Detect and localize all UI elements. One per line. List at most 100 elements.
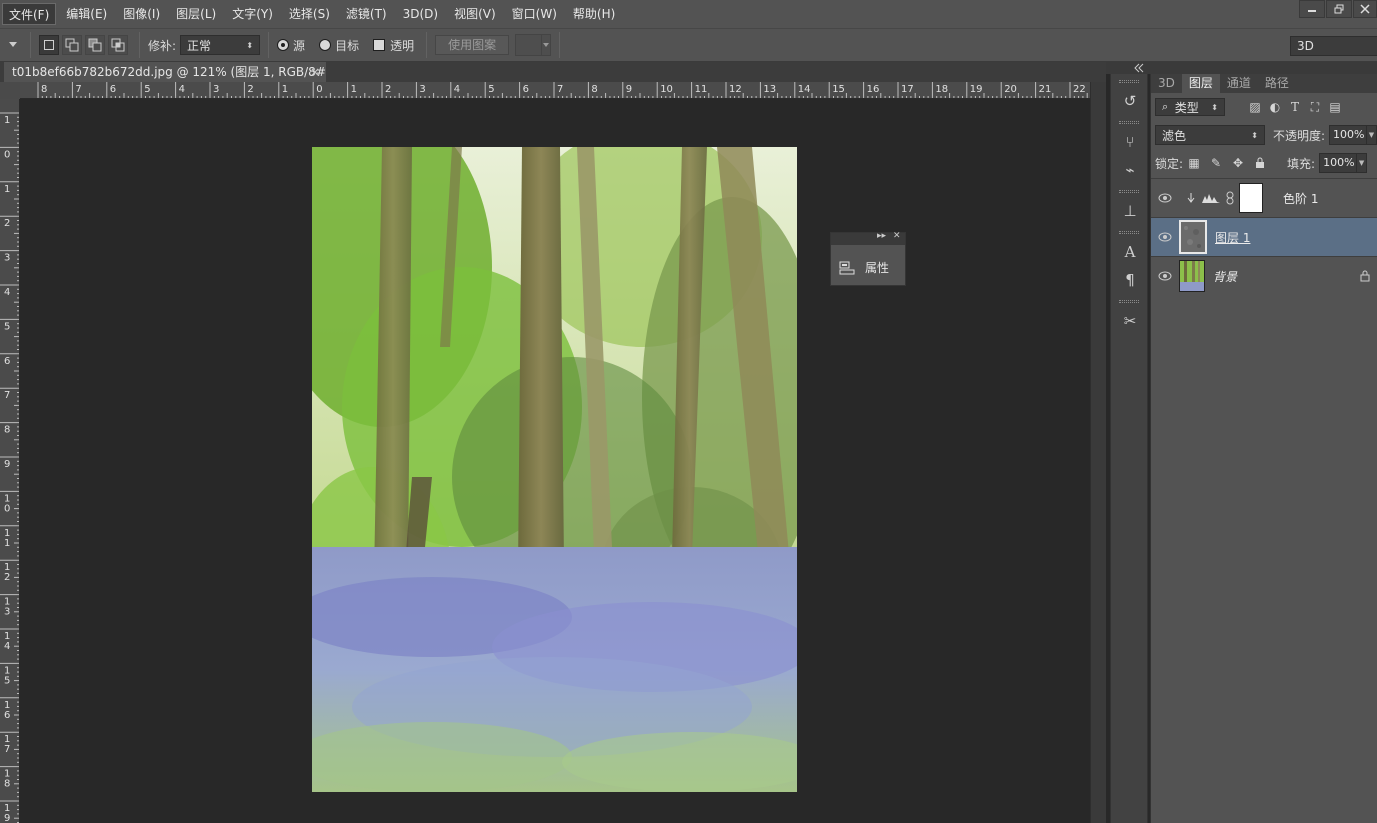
ruler-label: 18 (935, 84, 948, 95)
ruler-label: 7 (557, 84, 563, 95)
smart-object-filter-icon[interactable]: ▤ (1325, 98, 1345, 116)
horizontal-ruler[interactable]: 8 7 6 5 4 3 2 1 0 1 2 3 4 5 6 7 8 9 10 11 12 13 14 15 16 17 18 19 20… (20, 82, 1090, 99)
tab-paths[interactable]: 路径 (1258, 74, 1296, 93)
shape-filter-icon[interactable]: ⛶ (1305, 98, 1325, 116)
lock-position-icon[interactable]: ✥ (1227, 154, 1249, 172)
ruler-label: 5 (488, 84, 494, 95)
ruler-label: 1 (4, 538, 10, 549)
tab-channels[interactable]: 通道 (1220, 74, 1258, 93)
ruler-label: 19 (970, 84, 983, 95)
pattern-picker-arrow (541, 35, 550, 55)
ruler-label: 17 (901, 84, 914, 95)
layer-row-levels[interactable]: 色阶 1 (1151, 178, 1377, 217)
tool-preset-picker[interactable] (4, 35, 22, 55)
brush-icon[interactable]: ⌁ (1111, 156, 1149, 184)
opacity-input[interactable]: 100% (1329, 125, 1367, 145)
lock-transparent-icon[interactable]: ▦ (1183, 154, 1205, 172)
layer-thumbnail[interactable] (1179, 260, 1205, 292)
link-icon[interactable] (1225, 191, 1235, 205)
updown-arrow-icon: ⬍ (1211, 102, 1218, 112)
ruler-origin[interactable] (0, 82, 20, 99)
pixel-filter-icon[interactable]: ▨ (1245, 98, 1265, 116)
layer-mask-thumbnail[interactable] (1239, 183, 1263, 213)
patch-label: 修补: (148, 38, 177, 53)
lock-icon (1256, 157, 1265, 168)
menu-filter[interactable]: 滤镜(T) (340, 3, 393, 25)
vertical-scrollbar[interactable] (1090, 82, 1106, 823)
subtract-selection-button[interactable] (85, 35, 105, 55)
tab-layers[interactable]: 图层 (1181, 74, 1220, 93)
menu-type[interactable]: 文字(Y) (226, 3, 279, 25)
transparent-checkbox[interactable] (373, 39, 386, 51)
eye-icon (1158, 271, 1172, 281)
visibility-toggle[interactable] (1151, 271, 1179, 281)
menu-layer[interactable]: 图层(L) (170, 3, 222, 25)
tool-presets-icon[interactable]: ✂ (1111, 307, 1149, 335)
forest-bluebell-photo[interactable] (312, 147, 797, 792)
properties-button[interactable]: 属性 (839, 259, 889, 276)
layer-name[interactable]: 图层 1 (1215, 229, 1250, 246)
menu-3d[interactable]: 3D(D) (397, 3, 444, 25)
fill-label: 填充: (1287, 156, 1316, 171)
add-selection-button[interactable] (62, 35, 82, 55)
ruler-label: 2 (385, 84, 391, 95)
target-radio[interactable] (319, 39, 332, 51)
vertical-ruler[interactable]: 1012345678910111213141516171819 (0, 99, 20, 823)
menu-help[interactable]: 帮助(H) (567, 3, 621, 25)
menu-file[interactable]: 文件(F) (2, 3, 57, 25)
menu-edit[interactable]: 编辑(E) (60, 3, 113, 25)
layer-row-background[interactable]: 背景 (1151, 256, 1377, 295)
updown-arrow-icon: ⬍ (1251, 130, 1258, 140)
filter-type-select[interactable]: ⌕ 类型 ⬍ (1155, 98, 1225, 116)
menu-select[interactable]: 选择(S) (283, 3, 336, 25)
close-document-icon[interactable]: × (310, 62, 320, 82)
intersect-selection-button[interactable] (108, 35, 128, 55)
visibility-toggle[interactable] (1151, 232, 1179, 242)
use-pattern-button[interactable]: 使用图案 (435, 35, 510, 55)
tab-3d[interactable]: 3D (1151, 74, 1182, 93)
paragraph-icon[interactable]: ¶ (1111, 266, 1149, 294)
ruler-label: 22 (1073, 84, 1086, 95)
ruler-label: 0 (4, 149, 10, 160)
minimize-button[interactable] (1299, 0, 1325, 18)
ruler-label: 5 (4, 675, 10, 686)
patch-mode-select[interactable]: 正常 ⬍ (180, 35, 261, 55)
visibility-toggle[interactable] (1151, 193, 1179, 203)
collapse-dock-icon[interactable] (1134, 63, 1144, 73)
properties-icon (839, 261, 855, 274)
source-radio[interactable] (277, 39, 290, 51)
layer-row-layer1[interactable]: 图层 1 (1151, 217, 1377, 256)
blend-mode-select[interactable]: 滤色 ⬍ (1155, 125, 1265, 145)
layer-thumbnail[interactable] (1179, 220, 1207, 254)
lock-all-icon[interactable] (1249, 154, 1271, 172)
lock-pixels-icon[interactable]: ✎ (1205, 154, 1227, 172)
fill-dropdown[interactable]: ▼ (1357, 153, 1368, 173)
grip (1119, 300, 1139, 303)
expand-panel-icon[interactable]: ▸▸ (877, 231, 886, 241)
opacity-dropdown[interactable]: ▼ (1367, 125, 1377, 145)
fill-input[interactable]: 100% (1319, 153, 1358, 173)
workspace-select[interactable]: 3D (1290, 36, 1377, 56)
menu-window[interactable]: 窗口(W) (506, 3, 563, 25)
close-panel-icon[interactable]: ✕ (893, 231, 901, 241)
clone-source-icon[interactable]: ⊥ (1111, 197, 1149, 225)
document-tab-title: t01b8ef66b782b672dd.jpg @ 121% (图层 1, RG… (12, 65, 326, 79)
type-filter-icon[interactable]: T (1285, 98, 1305, 116)
ruler-label: 9 (626, 84, 632, 95)
document-canvas[interactable]: ▸▸ ✕ 属性 (20, 99, 1090, 823)
restore-button[interactable] (1326, 0, 1352, 18)
adjustment-filter-icon[interactable]: ◐ (1265, 98, 1285, 116)
pattern-picker[interactable] (515, 34, 552, 56)
character-icon[interactable]: A (1111, 238, 1149, 266)
options-bar: 修补: 正常 ⬍ 源 目标 透明 使用图案 3D (0, 28, 1377, 62)
menu-image[interactable]: 图像(I) (117, 3, 166, 25)
close-window-button[interactable] (1353, 0, 1377, 18)
properties-panel-header[interactable]: ▸▸ ✕ (831, 231, 905, 245)
history-icon[interactable]: ↺ (1111, 87, 1149, 115)
document-tab[interactable]: t01b8ef66b782b672dd.jpg @ 121% (图层 1, RG… (4, 62, 326, 82)
brush-presets-icon[interactable]: ⑂ (1111, 128, 1149, 156)
blend-opacity-row: 滤色 ⬍ 不透明度: 100% ▼ (1151, 121, 1377, 149)
new-selection-button[interactable] (39, 35, 59, 55)
separator (139, 32, 140, 58)
menu-view[interactable]: 视图(V) (448, 3, 502, 25)
